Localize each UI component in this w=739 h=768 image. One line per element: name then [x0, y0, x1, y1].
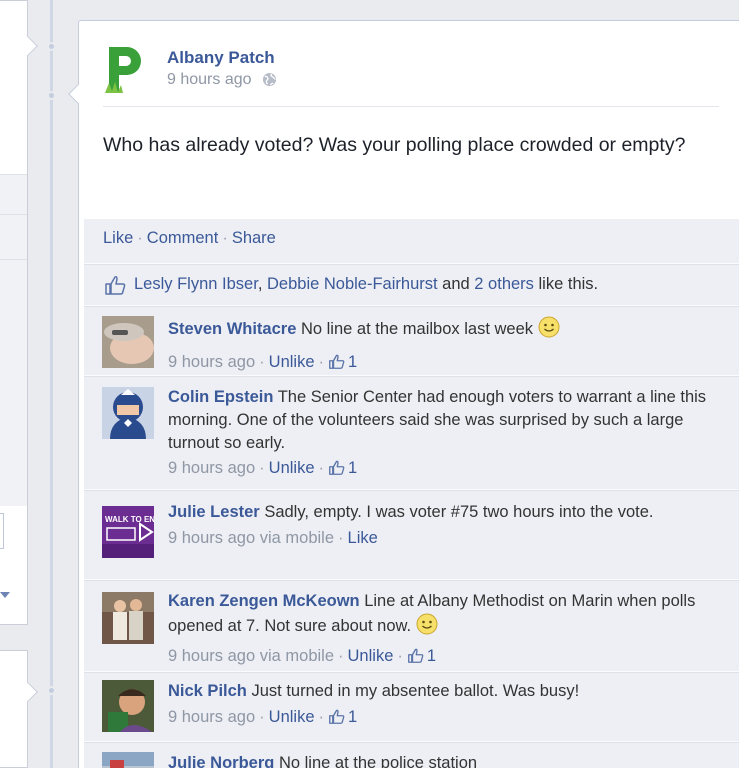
like-count: 1 — [348, 353, 358, 371]
comment-author[interactable]: Julie Lester — [168, 503, 260, 521]
avatar-logo-text: WALK TO END — [105, 515, 154, 524]
unlike-button[interactable]: Unlike — [348, 647, 394, 665]
comment-like-count[interactable]: 1 — [328, 353, 357, 371]
unlike-button[interactable]: Unlike — [269, 459, 315, 477]
page-logo[interactable] — [103, 43, 155, 99]
comment-text: No line at the police station — [278, 754, 478, 768]
card-pointer — [68, 84, 88, 104]
comment-body: Nick Pilch Just turned in my absentee ba… — [168, 680, 710, 731]
comment-body: Julie Lester Sadly, empty. I was voter #… — [168, 501, 710, 550]
likes-separator: , — [257, 275, 263, 293]
comment-meta: 9 hours ago · Unlike · 1 — [168, 457, 710, 482]
previous-card-band — [0, 214, 27, 259]
previous-card-band — [0, 174, 27, 214]
avatar[interactable]: WALK TO END — [102, 506, 154, 558]
comment-body: Julie Norberg No line at the police stat… — [168, 752, 710, 768]
thumbs-up-icon — [407, 647, 424, 670]
comment-time[interactable]: 9 hours ago — [168, 353, 255, 371]
avatar[interactable] — [102, 592, 154, 644]
timeline-dot — [47, 91, 56, 100]
comment-time[interactable]: 9 hours ago — [168, 708, 255, 726]
page-name-link[interactable]: Albany Patch — [167, 48, 275, 68]
like-comment-button[interactable]: Like — [348, 529, 378, 547]
comment-meta: 9 hours ago via mobile · Unlike · 1 — [168, 645, 710, 670]
comment-item: Julie Norberg No line at the police stat… — [84, 741, 739, 768]
feedback-area: Like · Comment · Share Lesly Flynn Ibser, De… — [84, 219, 739, 768]
thumbs-up-icon — [328, 353, 345, 376]
likes-and: and — [442, 275, 470, 293]
share-button[interactable]: Share — [232, 229, 276, 247]
comment-item: Colin Epstein The Senior Center had enou… — [84, 375, 739, 489]
avatar[interactable] — [102, 680, 154, 732]
timeline-spine — [50, 0, 53, 768]
comment-text: Sadly, empty. I was voter #75 two hours … — [264, 503, 654, 521]
comment-body: Colin Epstein The Senior Center had enou… — [168, 386, 710, 482]
unlike-button[interactable]: Unlike — [269, 708, 315, 726]
comment-author[interactable]: Steven Whitacre — [168, 320, 296, 338]
comment-time[interactable]: 9 hours ago — [168, 459, 255, 477]
like-count: 1 — [348, 708, 358, 726]
thumbs-up-icon — [328, 708, 345, 731]
comment-meta: 9 hours ago · Unlike · 1 — [168, 351, 710, 376]
comment-like-count[interactable]: 1 — [328, 459, 357, 477]
dropdown-caret-icon[interactable] — [0, 592, 10, 598]
comment-like-count[interactable]: 1 — [407, 647, 436, 665]
story-card: Albany Patch 9 hours ago Who has already… — [68, 20, 739, 768]
like-count: 1 — [348, 459, 358, 477]
comment-author[interactable]: Julie Norberg — [168, 754, 274, 768]
comment-body: Karen Zengen McKeown Line at Albany Meth… — [168, 590, 710, 670]
timestamp-text[interactable]: 9 hours ago — [167, 71, 252, 88]
avatar[interactable] — [102, 387, 154, 439]
avatar[interactable] — [102, 752, 154, 768]
post-actions: Like · Comment · Share — [103, 229, 276, 247]
previous-story-card — [0, 650, 38, 768]
comment-time[interactable]: 9 hours ago via mobile — [168, 647, 334, 665]
comment-button[interactable]: Comment — [147, 229, 219, 247]
comment-author[interactable]: Colin Epstein — [168, 388, 273, 406]
previous-story-card — [0, 0, 38, 625]
likes-summary: Lesly Flynn Ibser, Debbie Noble-Fairhurs… — [84, 263, 739, 305]
timeline-dot — [47, 42, 56, 51]
avatar[interactable] — [102, 316, 154, 368]
like-count: 1 — [426, 647, 437, 665]
comment-meta: 9 hours ago · Unlike · 1 — [168, 706, 710, 731]
globe-icon — [262, 72, 277, 92]
smile-icon — [416, 613, 438, 642]
likers-others-link[interactable]: 2 others — [474, 275, 534, 293]
thumbs-up-icon — [328, 459, 345, 482]
comment-item: WALK TO END Julie Lester Sadly, empty. I… — [84, 489, 739, 579]
story-header: Albany Patch 9 hours ago — [103, 43, 719, 107]
thumbs-up-icon — [104, 275, 126, 300]
smile-icon — [538, 316, 560, 345]
comment-item: Karen Zengen McKeown Line at Albany Meth… — [84, 579, 739, 671]
post-message: Who has already voted? Was your polling … — [103, 134, 686, 156]
previous-column — [0, 0, 38, 768]
comment-text: Just turned in my absentee ballot. Was b… — [251, 682, 580, 700]
like-button[interactable]: Like — [103, 229, 133, 247]
liker-link[interactable]: Debbie Noble-Fairhurst — [267, 275, 438, 293]
comment-meta: 9 hours ago via mobile · Like — [168, 529, 378, 547]
comment-author[interactable]: Karen Zengen McKeown — [168, 592, 360, 610]
timeline-dot — [47, 686, 56, 695]
post-timestamp: 9 hours ago — [167, 71, 277, 92]
comment-time[interactable]: 9 hours ago via mobile — [168, 529, 334, 547]
comment-author[interactable]: Nick Pilch — [168, 682, 247, 700]
card-pointer — [18, 36, 38, 56]
previous-comment-input[interactable] — [0, 513, 4, 549]
comment-item: Nick Pilch Just turned in my absentee ba… — [84, 671, 739, 741]
card-pointer — [18, 682, 38, 702]
likes-text: Lesly Flynn Ibser, Debbie Noble-Fairhurs… — [134, 275, 598, 294]
comment-text: No line at the mailbox last week — [300, 320, 533, 338]
liker-link[interactable]: Lesly Flynn Ibser — [134, 275, 258, 293]
comment-body: Steven Whitacre No line at the mailbox l… — [168, 316, 710, 376]
previous-card-band — [0, 259, 27, 506]
comment-item: Steven Whitacre No line at the mailbox l… — [84, 305, 739, 375]
likes-suffix: like this. — [538, 275, 599, 293]
comment-like-count[interactable]: 1 — [328, 708, 357, 726]
unlike-button[interactable]: Unlike — [269, 353, 315, 371]
